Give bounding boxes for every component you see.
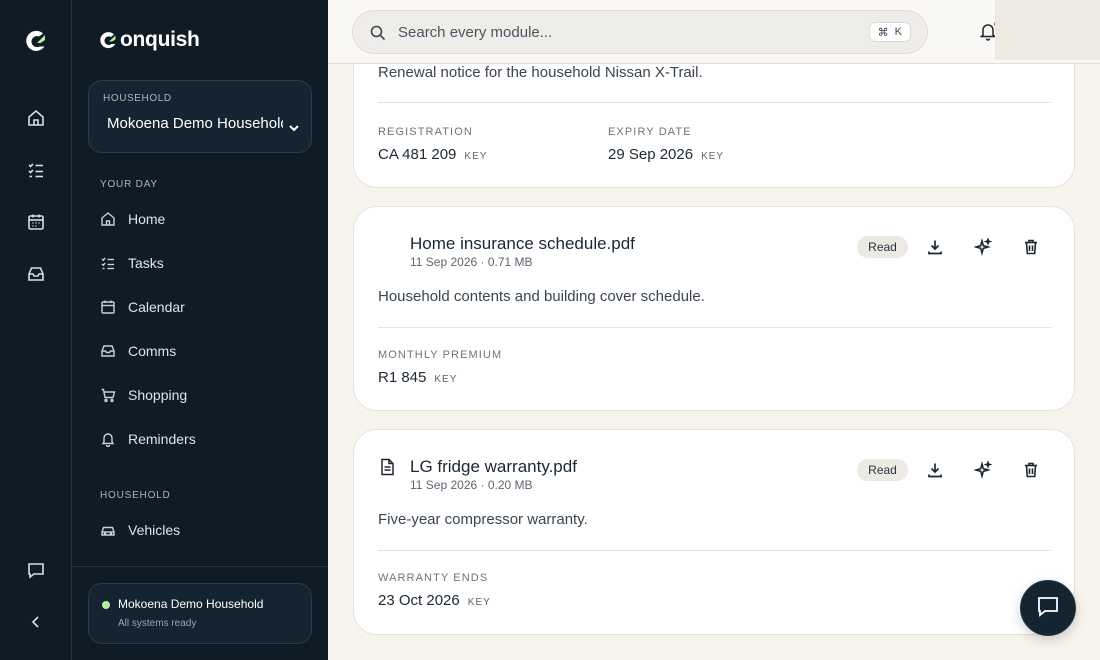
document-card: LG fridge warranty.pdf 11 Sep 2026 · 0.2… (353, 429, 1075, 635)
field-registration: REGISTRATION CA 481 209 KEY (378, 126, 487, 163)
chat-button[interactable] (1020, 580, 1076, 636)
field-label: REGISTRATION (378, 126, 473, 138)
household-select[interactable]: HOUSEHOLD Mokoena Demo Household (88, 80, 312, 153)
document-title[interactable]: LG fridge warranty.pdf (410, 457, 577, 477)
keyboard-shortcut-badge: ⌘ K (868, 22, 911, 42)
household-status-card[interactable]: Mokoena Demo Household All systems ready (88, 583, 312, 644)
household-caption: HOUSEHOLD (103, 93, 172, 104)
sidebar-item-label: Tasks (128, 255, 164, 271)
sidebar-item-comms[interactable]: Comms (88, 333, 312, 369)
chat-icon (1035, 593, 1061, 624)
inbox-icon (100, 343, 116, 359)
sidebar-item-label: Reminders (128, 431, 196, 447)
status-badge: Read (857, 459, 908, 481)
field-key-tag: KEY (434, 374, 458, 385)
sidebar-item-tasks[interactable]: Tasks (88, 245, 312, 281)
field-label: MONTHLY PREMIUM (378, 349, 503, 361)
avatar[interactable] (995, 0, 1100, 60)
bell-icon (100, 431, 116, 447)
sidebar-item-vehicles[interactable]: Vehicles (88, 512, 312, 548)
brand-name: onquish (120, 28, 200, 51)
document-card: Renewal notice for the household Nissan … (353, 64, 1075, 188)
status-subtitle: All systems ready (118, 618, 197, 629)
calendar-icon[interactable] (24, 210, 48, 234)
field-value: 23 Oct 2026 (378, 592, 460, 609)
card-divider (378, 327, 1052, 328)
kbd-cmd: ⌘ (877, 26, 889, 39)
sidebar: onquish HOUSEHOLD Mokoena Demo Household… (72, 0, 328, 660)
search-input[interactable]: Search every module... ⌘ K (352, 10, 928, 54)
search-icon (369, 24, 387, 47)
search-placeholder: Search every module... (398, 24, 553, 41)
sidebar-item-reminders[interactable]: Reminders (88, 421, 312, 457)
field-key-tag: KEY (467, 597, 491, 608)
document-description: Five-year compressor warranty. (378, 511, 588, 528)
sidebar-item-home[interactable]: Home (88, 201, 312, 237)
document-meta: 11 Sep 2026 · 0.20 MB (410, 478, 533, 492)
section-label-household: HOUSEHOLD (100, 490, 171, 501)
sidebar-item-label: Comms (128, 343, 177, 359)
document-description: Household contents and building cover sc… (378, 288, 705, 305)
sidebar-divider (72, 566, 328, 567)
document-card: Home insurance schedule.pdf 11 Sep 2026 … (353, 206, 1075, 411)
home-icon[interactable] (24, 106, 48, 130)
documents-list: Renewal notice for the household Nissan … (328, 64, 1100, 660)
delete-icon[interactable] (1020, 459, 1042, 481)
icon-rail (0, 0, 72, 660)
logo-icon[interactable] (23, 28, 49, 54)
home-icon (100, 211, 116, 227)
tasks-icon[interactable] (24, 158, 48, 182)
field-monthly-premium: MONTHLY PREMIUM R1 845 KEY (378, 349, 502, 386)
chevron-down-icon (287, 121, 301, 140)
download-icon[interactable] (924, 459, 946, 481)
sidebar-item-label: Home (128, 211, 166, 227)
sidebar-item-label: Vehicles (128, 522, 181, 538)
field-key-tag: KEY (701, 151, 725, 162)
calendar-icon (100, 299, 116, 315)
household-value: Mokoena Demo Household (107, 115, 283, 132)
inbox-icon[interactable] (24, 262, 48, 286)
sidebar-item-label: Shopping (128, 387, 188, 403)
topbar: Search every module... ⌘ K (328, 0, 1100, 64)
field-warranty-ends: WARRANTY ENDS 23 Oct 2026 KEY (378, 572, 491, 609)
card-divider (378, 102, 1052, 103)
chat-icon[interactable] (24, 558, 48, 582)
sidebar-item-calendar[interactable]: Calendar (88, 289, 312, 325)
status-household-name: Mokoena Demo Household (118, 597, 264, 611)
document-meta: 11 Sep 2026 · 0.71 MB (410, 255, 533, 269)
collapse-icon[interactable] (24, 610, 48, 634)
ai-sparkle-icon[interactable] (972, 459, 994, 481)
section-label-your-day: YOUR DAY (100, 179, 158, 190)
kbd-key: K (894, 26, 902, 38)
field-value: 29 Sep 2026 (608, 146, 694, 163)
document-icon (377, 457, 397, 477)
brand-logo[interactable]: onquish (98, 28, 200, 52)
car-icon (100, 522, 116, 538)
sidebar-item-label: Calendar (128, 299, 185, 315)
field-value: CA 481 209 (378, 146, 457, 163)
status-dot (102, 601, 110, 609)
ai-sparkle-icon[interactable] (972, 236, 994, 258)
document-description: Renewal notice for the household Nissan … (378, 64, 703, 81)
document-title[interactable]: Home insurance schedule.pdf (410, 234, 635, 254)
status-badge: Read (857, 236, 908, 258)
field-label: EXPIRY DATE (608, 126, 692, 138)
brand-c-icon (100, 32, 116, 49)
download-icon[interactable] (924, 236, 946, 258)
cart-icon (100, 387, 116, 403)
card-divider (378, 550, 1052, 551)
field-expiry-date: EXPIRY DATE 29 Sep 2026 KEY (608, 126, 724, 163)
field-label: WARRANTY ENDS (378, 572, 489, 584)
tasks-icon (100, 255, 116, 271)
field-key-tag: KEY (464, 151, 488, 162)
delete-icon[interactable] (1020, 236, 1042, 258)
field-value: R1 845 (378, 369, 427, 386)
sidebar-item-shopping[interactable]: Shopping (88, 377, 312, 413)
